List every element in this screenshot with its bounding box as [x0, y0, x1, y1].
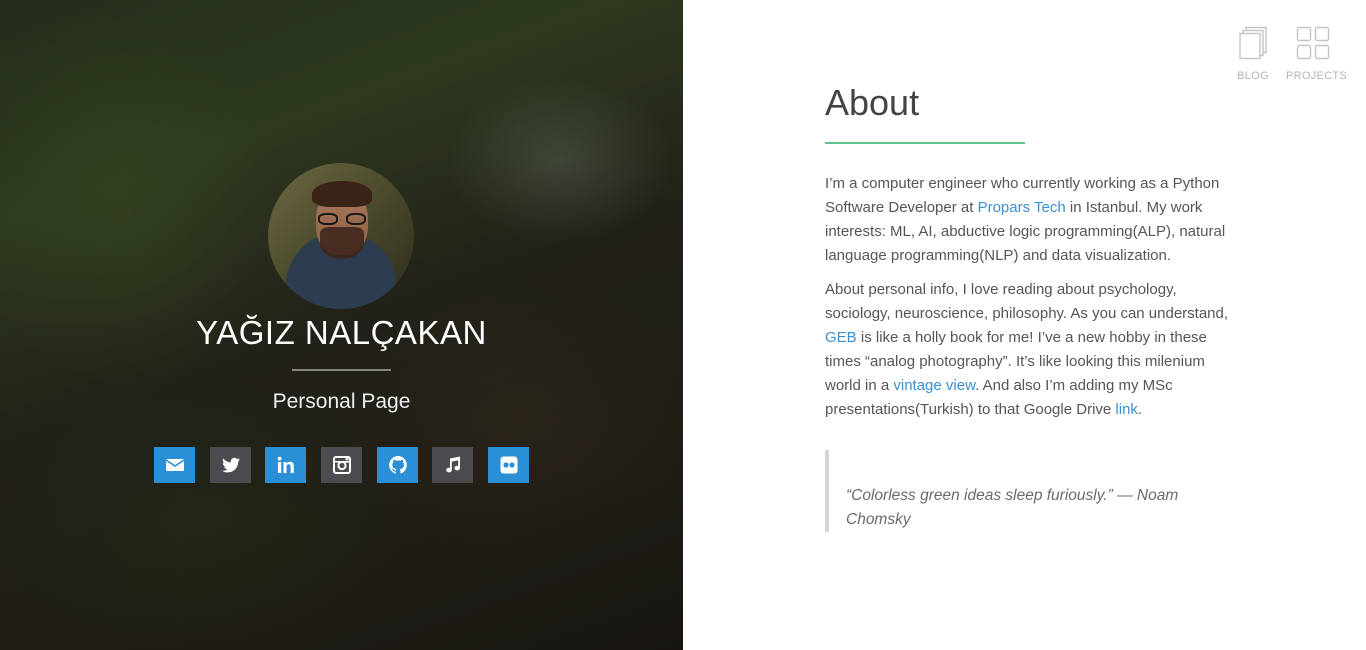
geb-link[interactable]: GEB	[825, 329, 857, 346]
linkedin-link[interactable]	[265, 447, 306, 483]
drive-link[interactable]: link	[1115, 401, 1138, 418]
name-divider	[292, 369, 391, 371]
linkedin-icon	[277, 456, 294, 473]
nav-projects-label: PROJECTS	[1286, 70, 1348, 82]
envelope-icon	[165, 459, 184, 471]
blog-icon	[1239, 26, 1267, 60]
profile-subtitle: Personal Page	[272, 390, 411, 413]
hero-panel: YAĞIZ NALÇAKAN Personal Page	[0, 0, 683, 650]
about-paragraph-2: About personal info, I love reading abou…	[825, 278, 1235, 422]
instagram-icon	[332, 456, 351, 474]
about-p2-text-1: About personal info, I love reading abou…	[825, 281, 1229, 322]
instagram-link[interactable]	[321, 447, 362, 483]
vintage-view-link[interactable]: vintage view	[893, 377, 975, 394]
profile-name: YAĞIZ NALÇAKAN	[196, 314, 487, 351]
avatar	[268, 163, 414, 309]
about-p2-text-4: .	[1137, 401, 1143, 418]
music-link[interactable]	[432, 447, 473, 483]
projects-grid-icon	[1296, 26, 1330, 60]
quote-block: “Colorless green ideas sleep furiously.”…	[825, 450, 1205, 532]
music-icon	[445, 456, 460, 473]
nav-blog[interactable]: BLOG	[1226, 26, 1280, 82]
about-title: About	[825, 82, 920, 123]
twitter-icon	[221, 457, 240, 473]
propars-tech-link[interactable]: Propars Tech	[978, 199, 1066, 216]
about-section: About I’m a computer engineer who curren…	[825, 82, 1235, 422]
twitter-link[interactable]	[210, 447, 251, 483]
github-link[interactable]	[377, 447, 418, 483]
flickr-icon	[500, 456, 517, 474]
email-link[interactable]	[154, 447, 195, 483]
about-title-underline	[825, 142, 1025, 144]
top-navigation: BLOG PROJECTS	[1226, 26, 1348, 86]
nav-blog-label: BLOG	[1237, 70, 1269, 82]
nav-projects[interactable]: PROJECTS	[1286, 26, 1348, 82]
about-paragraph-1: I’m a computer engineer who currently wo…	[825, 172, 1235, 268]
flickr-link[interactable]	[488, 447, 529, 483]
github-icon	[388, 456, 407, 474]
